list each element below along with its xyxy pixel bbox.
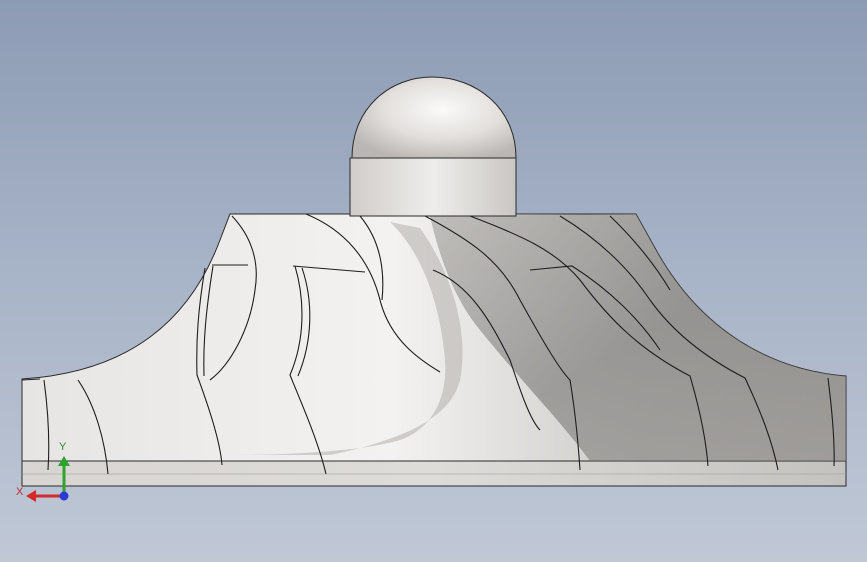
graphics-viewport[interactable]: X Y — [0, 0, 867, 562]
y-axis-label: Y — [59, 441, 67, 453]
hub-neck — [349, 157, 517, 217]
z-axis-dot — [59, 491, 69, 501]
x-axis-label: X — [16, 486, 24, 498]
dome-cap — [351, 76, 517, 159]
hub-body — [21, 213, 847, 462]
backplate — [21, 460, 847, 487]
x-axis-arrowhead — [26, 490, 36, 502]
coordinate-triad: X Y — [10, 438, 80, 508]
impeller-model[interactable] — [0, 0, 867, 562]
y-axis-arrowhead — [58, 456, 70, 466]
